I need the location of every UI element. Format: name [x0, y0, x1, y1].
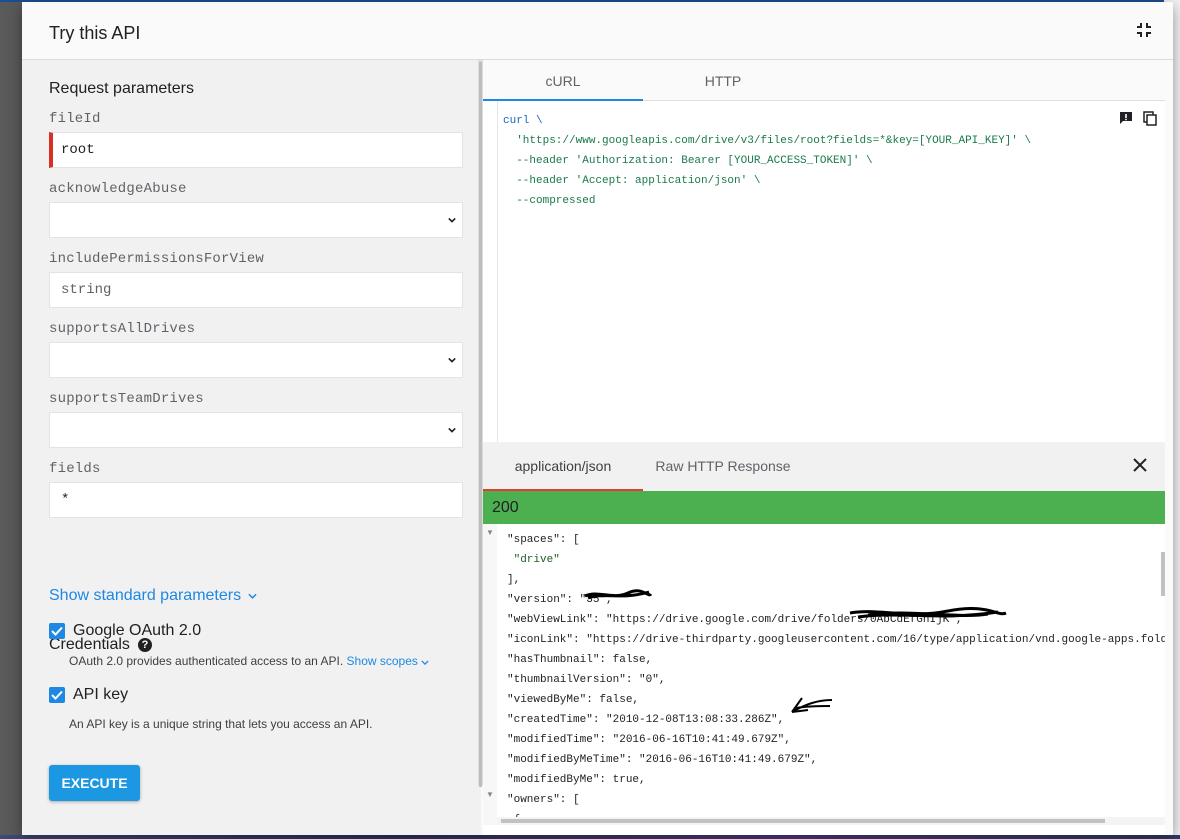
code-gutter: ▼ ▼	[483, 524, 497, 825]
chevron-down-icon	[448, 427, 456, 433]
redaction-scribble	[584, 589, 653, 600]
curl-code-block: curl \ 'https://www.googleapis.com/drive…	[497, 101, 1165, 442]
chevron-down-icon	[421, 660, 429, 666]
fold-arrow-icon[interactable]: ▼	[486, 528, 494, 537]
fields-input[interactable]: *	[49, 482, 463, 518]
chevron-down-icon	[448, 357, 456, 363]
status-badge: 200	[483, 491, 1165, 524]
feedback-icon[interactable]	[1119, 111, 1133, 125]
arrow-annotation	[791, 697, 833, 713]
json-vertical-scrollbar[interactable]	[1159, 524, 1165, 825]
code-line: --header 'Accept: application/json' \	[503, 175, 761, 187]
json-line: "spaces": [	[507, 534, 580, 546]
param-label-supportsalldrives: supportsAllDrives	[49, 321, 196, 337]
code-panel: cURL HTTP curl \ 'https://www.googleapis…	[483, 60, 1165, 835]
param-label-includepermissionsforview: includePermissionsForView	[49, 251, 265, 267]
response-tabs: application/json Raw HTTP Response	[483, 442, 1165, 491]
json-line: "drive"	[507, 554, 560, 566]
apikey-checkbox-row[interactable]: API key	[49, 686, 128, 704]
code-line: curl \	[503, 115, 543, 127]
code-line: --compressed	[503, 195, 596, 207]
tab-curl[interactable]: cURL	[483, 60, 643, 101]
json-scrollbar-thumb[interactable]	[1161, 552, 1165, 596]
param-label-acknowledgeabuse: acknowledgeAbuse	[49, 181, 187, 197]
param-label-supportsteamdrives: supportsTeamDrives	[49, 391, 204, 407]
curl-code: curl \ 'https://www.googleapis.com/drive…	[503, 111, 1031, 211]
json-hscroll-thumb[interactable]	[501, 819, 1105, 823]
apikey-checkbox[interactable]	[49, 687, 65, 703]
includepermissionsforview-input[interactable]: string	[49, 272, 463, 308]
param-label-fileid: fileId	[49, 111, 101, 127]
json-line: "iconLink": "https://drive-thirdparty.go…	[507, 634, 1165, 646]
tab-application-json[interactable]: application/json	[483, 442, 643, 491]
help-icon[interactable]: ?	[137, 638, 152, 652]
taskbar-strip	[0, 835, 1180, 839]
request-panel: Request parameters fileId root acknowled…	[22, 60, 481, 835]
fold-arrow-icon[interactable]: ▼	[486, 790, 494, 799]
show-scopes-label: Show scopes	[346, 654, 418, 668]
dialog-title: Try this API	[49, 23, 141, 43]
json-line: "modifiedByMeTime": "2016-06-16T10:41:49…	[507, 754, 818, 766]
json-body: "spaces": [ "drive" ], "version": "35", …	[507, 530, 1165, 825]
oauth-checkbox-row[interactable]: Google OAuth 2.0	[49, 622, 201, 640]
json-line: "viewedByMe": false,	[507, 694, 640, 706]
json-line: "modifiedByMe": true,	[507, 774, 646, 786]
acknowledgeabuse-select[interactable]	[49, 202, 463, 238]
json-horizontal-scrollbar[interactable]	[497, 817, 1165, 825]
json-line: "thumbnailVersion": "0",	[507, 674, 666, 686]
show-standard-label: Show standard parameters	[49, 587, 242, 604]
close-icon[interactable]	[1131, 456, 1149, 474]
includepermissionsforview-placeholder: string	[61, 282, 112, 298]
oauth-checkbox[interactable]	[49, 623, 65, 639]
code-line: 'https://www.googleapis.com/drive/v3/fil…	[503, 135, 1032, 147]
json-line: "owners": [	[507, 794, 580, 806]
json-line: "createdTime": "2010-12-08T13:08:33.286Z…	[507, 714, 785, 726]
copy-icon[interactable]	[1143, 111, 1157, 126]
oauth-label: Google OAuth 2.0	[73, 622, 202, 639]
execute-button[interactable]: EXECUTE	[49, 765, 140, 801]
check-icon	[51, 690, 63, 700]
collapse-icon[interactable]	[1133, 19, 1155, 41]
dialog-header: Try this API	[22, 2, 1173, 60]
oauth-desc-text: OAuth 2.0 provides authenticated access …	[69, 654, 344, 668]
fileid-value: root	[61, 142, 95, 158]
code-line: --header 'Authorization: Bearer [YOUR_AC…	[503, 155, 873, 167]
apikey-label: API key	[73, 686, 129, 703]
fields-value: *	[61, 492, 70, 508]
supportsteamdrives-select[interactable]	[49, 412, 463, 448]
tab-raw-http-response[interactable]: Raw HTTP Response	[643, 442, 803, 491]
check-icon	[51, 626, 63, 636]
show-scopes-link[interactable]: Show scopes	[347, 654, 430, 668]
code-tabs: cURL HTTP	[483, 60, 1165, 101]
tab-http[interactable]: HTTP	[643, 60, 803, 100]
request-params-title: Request parameters	[49, 80, 194, 97]
redaction-scribble	[849, 607, 1007, 619]
apikey-description: An API key is a unique string that lets …	[69, 717, 373, 731]
chevron-down-icon	[448, 217, 456, 223]
json-line: ],	[507, 574, 521, 586]
json-response: ▼ ▼ "spaces": [ "drive" ], "version": "3…	[483, 524, 1165, 825]
supportsalldrives-select[interactable]	[49, 342, 463, 378]
code-actions	[1119, 111, 1157, 126]
json-line: "modifiedTime": "2016-06-16T10:41:49.679…	[507, 734, 791, 746]
left-scrollbar-thumb[interactable]	[479, 62, 482, 787]
param-label-fields: fields	[49, 461, 101, 477]
json-line: "hasThumbnail": false,	[507, 654, 653, 666]
chevron-down-icon	[248, 593, 257, 599]
oauth-description: OAuth 2.0 provides authenticated access …	[69, 654, 429, 668]
show-standard-parameters-link[interactable]: Show standard parameters	[49, 587, 257, 605]
try-api-dialog: Try this API Request parameters fileId r…	[22, 2, 1173, 835]
fileid-input[interactable]: root	[49, 132, 463, 168]
